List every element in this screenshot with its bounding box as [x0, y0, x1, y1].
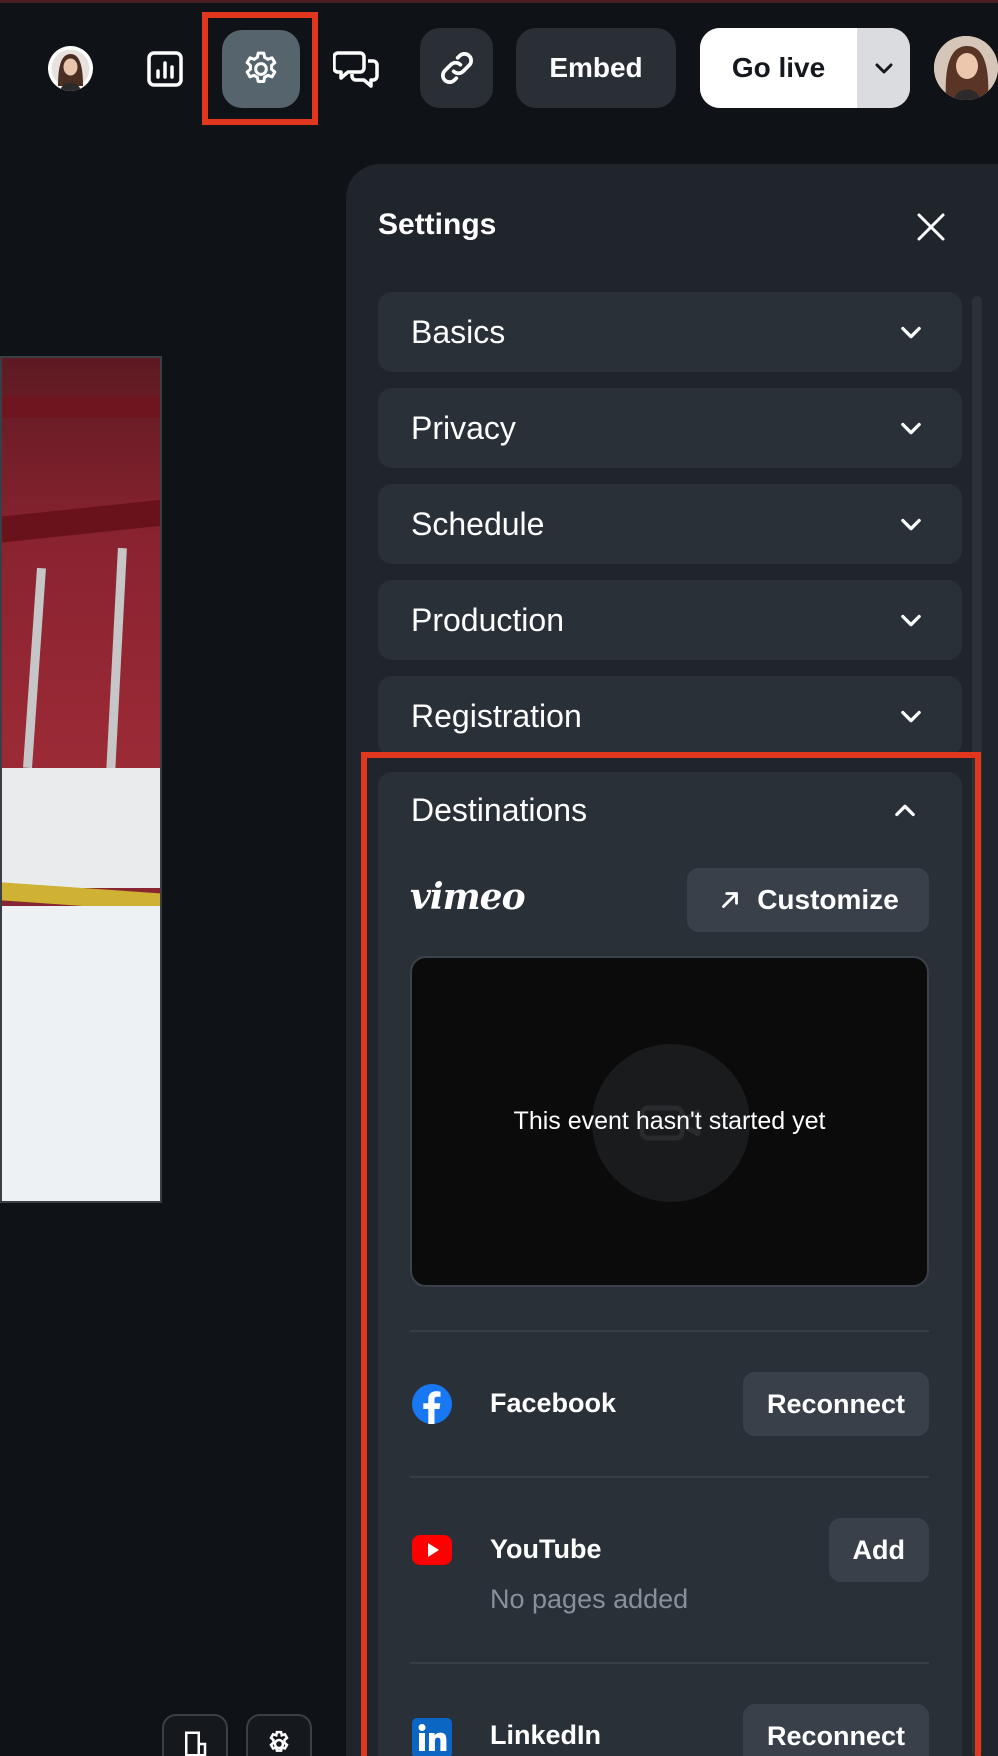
avatar-image — [934, 36, 998, 100]
embed-button[interactable]: Embed — [516, 28, 676, 108]
section-label: Production — [411, 601, 564, 638]
section-registration[interactable]: Registration — [378, 676, 962, 756]
analytics-button[interactable] — [136, 40, 194, 98]
chevron-down-icon — [896, 509, 926, 539]
chat-button[interactable] — [326, 40, 388, 98]
avatar-image — [51, 49, 90, 91]
chevron-down-icon — [896, 317, 926, 347]
analytics-icon — [147, 51, 183, 87]
settings-button-highlight — [202, 12, 318, 125]
section-basics[interactable]: Basics — [378, 292, 962, 372]
user-avatar[interactable] — [934, 36, 998, 100]
section-schedule[interactable]: Schedule — [378, 484, 962, 564]
go-live-split-button: Go live — [700, 28, 910, 108]
go-live-button[interactable]: Go live — [700, 28, 857, 108]
chevron-down-icon — [896, 413, 926, 443]
gear-icon — [269, 1730, 289, 1752]
layout-button[interactable] — [162, 1714, 228, 1756]
copy-link-button[interactable] — [420, 28, 493, 108]
chat-icon — [333, 51, 379, 88]
stage-video-preview — [0, 356, 162, 1203]
destinations-highlight — [361, 752, 981, 1756]
section-label: Registration — [411, 697, 582, 734]
go-live-options-button[interactable] — [857, 28, 910, 108]
window-top-edge — [0, 0, 998, 3]
section-production[interactable]: Production — [378, 580, 962, 660]
chevron-down-icon — [875, 63, 892, 74]
section-privacy[interactable]: Privacy — [378, 388, 962, 468]
layout-icon — [185, 1731, 207, 1756]
link-icon — [440, 52, 473, 84]
section-label: Schedule — [411, 505, 545, 542]
presenter-avatar[interactable] — [48, 46, 93, 91]
stage-settings-button[interactable] — [246, 1714, 312, 1756]
close-icon — [917, 213, 945, 241]
section-label: Basics — [411, 313, 506, 350]
settings-panel-title: Settings — [378, 208, 497, 241]
close-settings-button[interactable] — [910, 206, 952, 248]
chevron-down-icon — [896, 701, 926, 731]
section-label: Privacy — [411, 409, 516, 446]
chevron-down-icon — [896, 605, 926, 635]
